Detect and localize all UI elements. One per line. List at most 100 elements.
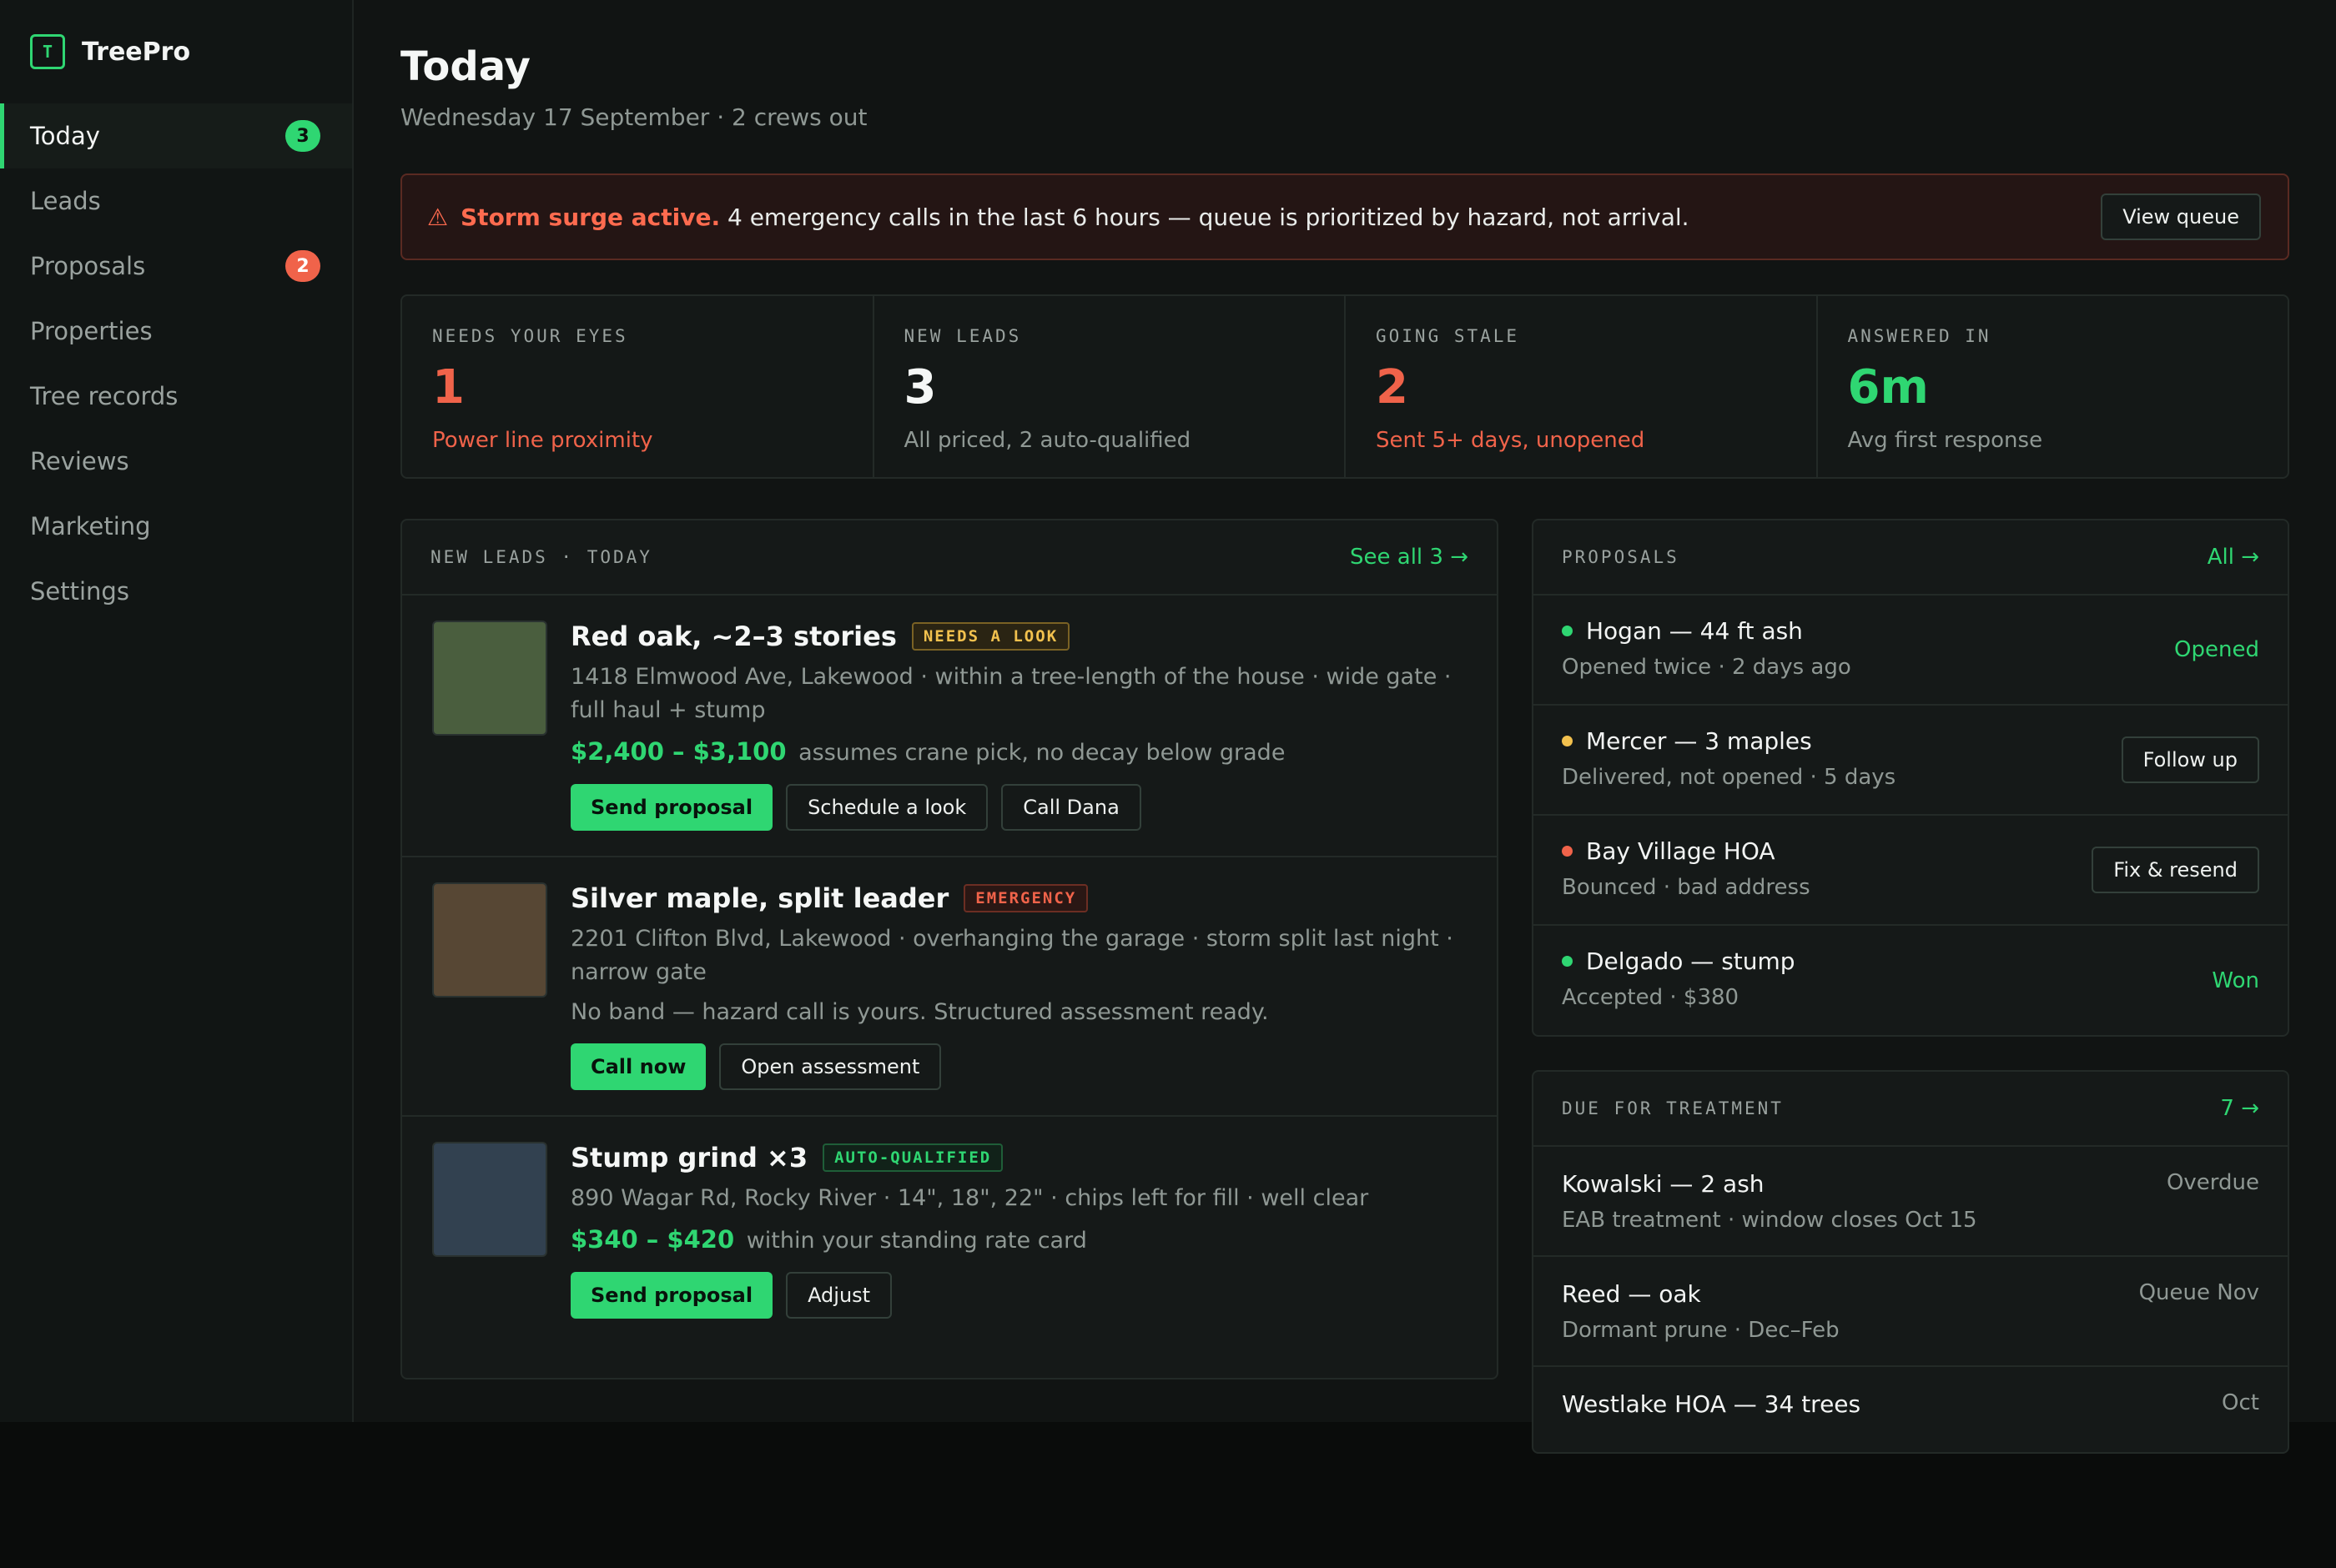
sidebar-item-label: Settings [30,577,129,606]
card-title: DUE FOR TREATMENT [1562,1098,1784,1118]
proposal-name: Delgado — stump [1586,947,1795,975]
tree-photo-thumbnail[interactable] [432,882,547,998]
stat-note: Avg first response [1847,428,2043,453]
stat-note: Power line proximity [432,428,653,453]
proposal-row[interactable]: Delgado — stump Accepted · $380 Won [1533,926,2288,1035]
tree-photo-thumbnail[interactable] [432,621,547,736]
sidebar-item-label: Proposals [30,252,146,280]
lead-price-note: assumes crane pick, no decay below grade [798,740,1286,766]
open-assessment-button[interactable]: Open assessment [719,1043,942,1090]
status-dot-icon [1562,736,1573,746]
lead-title: Red oak, ~2–3 stories [571,621,897,652]
logo-icon: T [30,34,65,69]
call-now-button[interactable]: Call now [571,1043,707,1090]
treatment-row[interactable]: Kowalski — 2 ash EAB treatment · window … [1533,1147,2288,1257]
proposal-detail: Accepted · $380 [1562,985,1739,1010]
call-dana-button[interactable]: Call Dana [1001,784,1141,831]
app-window: T TreePro Today 3 Leads Proposals 2 Prop… [0,0,2336,1454]
new-leads-card: NEW LEADS · TODAY See all 3 → Red oak, ~… [400,519,1498,1380]
sidebar-item-reviews[interactable]: Reviews [0,429,352,494]
stat-value: 6m [1847,360,1929,415]
fix-resend-button[interactable]: Fix & resend [2092,847,2259,893]
card-header: DUE FOR TREATMENT 7 → [1533,1072,2288,1147]
sidebar-item-leads[interactable]: Leads [0,168,352,234]
lead-item[interactable]: Red oak, ~2–3 stories NEEDS A LOOK 1418 … [402,596,1497,857]
status-dot-icon [1562,846,1573,857]
schedule-look-button[interactable]: Schedule a look [786,784,989,831]
tree-photo-thumbnail[interactable] [432,1142,547,1257]
proposal-row[interactable]: Hogan — 44 ft ash Opened twice · 2 days … [1533,596,2288,706]
treatment-detail: EAB treatment · window closes Oct 15 [1562,1208,1977,1233]
due-for-treatment-card: DUE FOR TREATMENT 7 → Kowalski — 2 ash E… [1532,1070,2289,1454]
adjust-button[interactable]: Adjust [786,1272,893,1319]
treatment-name: Westlake HOA — 34 trees [1562,1390,1861,1418]
sidebar-item-properties[interactable]: Properties [0,299,352,364]
lead-item[interactable]: Silver maple, split leader EMERGENCY 220… [402,857,1497,1117]
proposal-row[interactable]: Mercer — 3 maples Delivered, not opened … [1533,706,2288,816]
proposal-detail: Opened twice · 2 days ago [1562,655,1851,680]
treatment-status: Queue Nov [2138,1280,2259,1305]
treatment-status: Oct [2222,1390,2259,1415]
stat-label: GOING STALE [1376,326,1520,346]
lead-title: Stump grind ×3 [571,1142,808,1173]
lead-title: Silver maple, split leader [571,882,949,914]
sidebar-item-settings[interactable]: Settings [0,559,352,624]
alert-text: 4 emergency calls in the last 6 hours — … [727,203,1689,231]
stat-answered-in[interactable]: ANSWERED IN 6m Avg first response [1818,296,2288,477]
brand[interactable]: T TreePro [0,0,352,103]
stat-going-stale[interactable]: GOING STALE 2 Sent 5+ days, unopened [1346,296,1818,477]
lead-address: 890 Wagar Rd, Rocky River · 14", 18", 22… [571,1185,1369,1211]
stat-label: ANSWERED IN [1847,326,1991,346]
sidebar-item-label: Properties [30,317,153,345]
alert-message: ⚠ Storm surge active. 4 emergency calls … [427,204,2101,231]
lead-address: 1418 Elmwood Ave, Lakewood · within a tr… [571,664,1452,723]
sidebar: T TreePro Today 3 Leads Proposals 2 Prop… [0,0,354,1422]
stat-value: 1 [432,360,465,415]
sidebar-item-proposals[interactable]: Proposals 2 [0,234,352,299]
stat-label: NEEDS YOUR EYES [432,326,628,346]
stat-label: NEW LEADS [904,326,1022,346]
sidebar-item-label: Leads [30,187,101,215]
today-count-badge: 3 [285,120,320,152]
stat-value: 2 [1376,360,1408,415]
sidebar-item-tree-records[interactable]: Tree records [0,364,352,429]
stat-value: 3 [904,360,937,415]
app-name: TreePro [82,37,191,67]
view-queue-button[interactable]: View queue [2101,193,2261,240]
main-content: Today Wednesday 17 September · 2 crews o… [354,0,2336,1454]
sidebar-item-label: Tree records [30,382,179,410]
treatment-row[interactable]: Westlake HOA — 34 trees Oct [1533,1367,2288,1452]
proposals-count-badge: 2 [285,250,320,282]
card-title: PROPOSALS [1562,547,1679,567]
stat-needs-your-eyes[interactable]: NEEDS YOUR EYES 1 Power line proximity [402,296,874,477]
stat-note: All priced, 2 auto-qualified [904,428,1191,453]
lead-price-row: $340 – $420 within your standing rate ca… [571,1225,1467,1254]
sidebar-nav: Today 3 Leads Proposals 2 Properties Tre… [0,103,352,624]
all-proposals-link[interactable]: All → [2208,545,2259,570]
card-title: NEW LEADS · TODAY [430,547,652,567]
proposal-name: Mercer — 3 maples [1586,727,1812,755]
proposal-row[interactable]: Bay Village HOA Bounced · bad address Fi… [1533,816,2288,926]
status-dot-icon [1562,956,1573,967]
lead-note: No band — hazard call is yours. Structur… [571,999,1269,1025]
sidebar-item-label: Today [30,122,100,150]
sidebar-item-marketing[interactable]: Marketing [0,494,352,559]
send-proposal-button[interactable]: Send proposal [571,784,773,831]
emergency-tag: EMERGENCY [964,884,1089,912]
follow-up-button[interactable]: Follow up [2121,736,2259,783]
lead-price-note: within your standing rate card [746,1228,1087,1254]
all-treatment-link[interactable]: 7 → [2220,1096,2259,1121]
lead-actions: Send proposal Schedule a look Call Dana [571,784,1467,856]
storm-alert-banner: ⚠ Storm surge active. 4 emergency calls … [400,173,2289,260]
lead-item[interactable]: Stump grind ×3 AUTO-QUALIFIED 890 Wagar … [402,1117,1497,1344]
lead-actions: Call now Open assessment [571,1043,1467,1115]
treatment-row[interactable]: Reed — oak Dormant prune · Dec–Feb Queue… [1533,1257,2288,1367]
see-all-leads-link[interactable]: See all 3 → [1350,545,1468,570]
card-header: PROPOSALS All → [1533,520,2288,596]
stat-new-leads[interactable]: NEW LEADS 3 All priced, 2 auto-qualified [874,296,1346,477]
sidebar-item-today[interactable]: Today 3 [0,103,352,168]
send-proposal-button[interactable]: Send proposal [571,1272,773,1319]
needs-a-look-tag: NEEDS A LOOK [911,622,1070,651]
sidebar-item-label: Reviews [30,447,129,475]
proposal-name: Hogan — 44 ft ash [1586,617,1803,645]
